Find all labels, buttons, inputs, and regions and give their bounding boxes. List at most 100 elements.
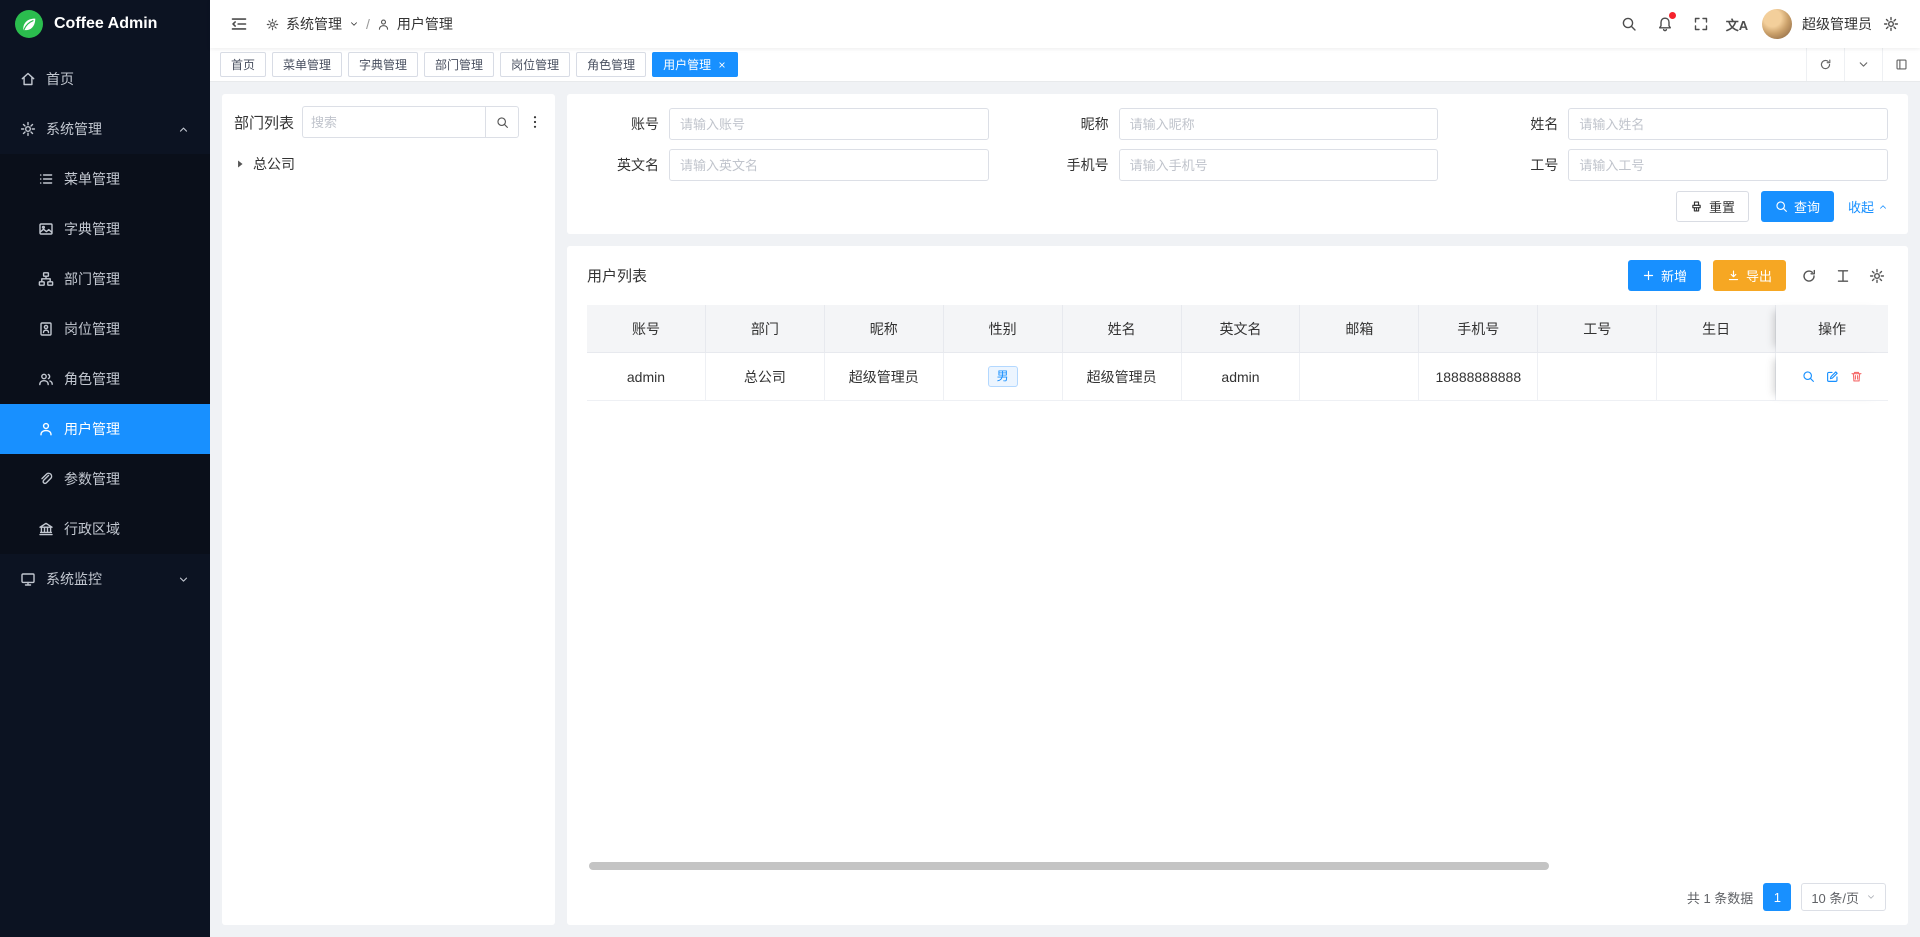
person-icon: [377, 18, 390, 31]
settings-button[interactable]: [1874, 6, 1908, 42]
page-size-value: 10 条/页: [1811, 888, 1859, 907]
cell-phone: 18888888888: [1419, 353, 1538, 401]
column-settings-button[interactable]: [1866, 265, 1888, 287]
phone-input[interactable]: [1119, 149, 1439, 181]
horizontal-scrollbar[interactable]: [589, 861, 1886, 871]
sidebar-item-user-mgmt[interactable]: 用户管理: [0, 404, 210, 454]
search-button[interactable]: 查询: [1761, 191, 1834, 222]
collapse-label: 收起: [1848, 197, 1874, 216]
add-user-button[interactable]: 新增: [1628, 260, 1701, 291]
search-icon: [1802, 370, 1815, 383]
tab-role-mgmt[interactable]: 角色管理: [576, 52, 646, 77]
tab-label: 字典管理: [359, 56, 407, 73]
name-input[interactable]: [1568, 108, 1888, 140]
caret-right-icon[interactable]: [234, 158, 246, 170]
field-english-name: 英文名: [587, 149, 989, 181]
sidebar-item-system-monitor[interactable]: 系统监控: [0, 554, 210, 604]
density-button[interactable]: [1832, 265, 1854, 287]
right-column: 账号 昵称 姓名 英文名: [567, 94, 1908, 925]
sidebar-item-menu-mgmt[interactable]: 菜单管理: [0, 154, 210, 204]
filter-form: 账号 昵称 姓名 英文名: [587, 108, 1888, 181]
row-height-icon: [1835, 268, 1851, 284]
cell-name: 超级管理员: [1063, 353, 1182, 401]
sidebar-item-param-mgmt[interactable]: 参数管理: [0, 454, 210, 504]
username[interactable]: 超级管理员: [1802, 14, 1872, 34]
column-header-account: 账号: [587, 305, 706, 353]
sidebar-item-home[interactable]: 首页: [0, 54, 210, 104]
search-button-label: 查询: [1794, 197, 1820, 216]
cell-account: admin: [587, 353, 706, 401]
english-name-input[interactable]: [669, 149, 989, 181]
tab-label: 角色管理: [587, 56, 635, 73]
department-panel-header: 部门列表: [234, 106, 543, 138]
language-button[interactable]: 文A: [1720, 6, 1754, 42]
cell-gender: 男: [944, 353, 1063, 401]
field-label: 姓名: [1486, 114, 1558, 134]
more-options-button[interactable]: [527, 114, 543, 130]
tab-bar: 首页 菜单管理 字典管理 部门管理 岗位管理 角色管理 用户管理: [210, 48, 1920, 82]
department-panel-title: 部门列表: [234, 112, 294, 133]
tab-actions-dropdown[interactable]: [1844, 48, 1882, 81]
tab-dept-mgmt[interactable]: 部门管理: [424, 52, 494, 77]
close-icon[interactable]: [717, 60, 727, 70]
scrollbar-thumb[interactable]: [589, 862, 1549, 870]
department-search-button[interactable]: [485, 106, 519, 138]
bank-icon: [38, 521, 54, 537]
tab-post-mgmt[interactable]: 岗位管理: [500, 52, 570, 77]
department-search: [302, 106, 519, 138]
edit-button[interactable]: [1826, 370, 1839, 383]
page-button-1[interactable]: 1: [1763, 883, 1791, 911]
department-search-input[interactable]: [302, 106, 485, 138]
field-phone: 手机号: [1037, 149, 1439, 181]
collapse-filter-toggle[interactable]: 收起: [1848, 197, 1888, 216]
pagination: 共 1 条数据 1 10 条/页: [587, 881, 1888, 915]
field-label: 工号: [1486, 155, 1558, 175]
tab-dict-mgmt[interactable]: 字典管理: [348, 52, 418, 77]
tab-label: 用户管理: [663, 56, 711, 73]
collapse-sidebar-button[interactable]: [222, 6, 256, 42]
sidebar-item-dict-mgmt[interactable]: 字典管理: [0, 204, 210, 254]
breadcrumb-item-system[interactable]: 系统管理: [286, 14, 342, 34]
user-avatar[interactable]: [1762, 9, 1792, 39]
table-row[interactable]: admin 总公司 超级管理员 男 超级管理员 admin 1888888888…: [587, 353, 1888, 401]
cell-birthday: [1657, 353, 1776, 401]
sidebar-item-label: 菜单管理: [64, 169, 120, 189]
sidebar-item-dept-mgmt[interactable]: 部门管理: [0, 254, 210, 304]
app-logo[interactable]: Coffee Admin: [0, 0, 210, 48]
tab-user-mgmt[interactable]: 用户管理: [652, 52, 738, 77]
view-button[interactable]: [1802, 370, 1815, 383]
notifications-button[interactable]: [1648, 6, 1682, 42]
cell-work-no: [1538, 353, 1657, 401]
refresh-tabs-button[interactable]: [1806, 48, 1844, 81]
tab-label: 岗位管理: [511, 56, 559, 73]
sidebar-item-region-mgmt[interactable]: 行政区域: [0, 504, 210, 554]
sidebar-item-system-mgmt[interactable]: 系统管理: [0, 104, 210, 154]
table-empty-space: [587, 401, 1888, 861]
column-header-dept: 部门: [706, 305, 825, 353]
nickname-input[interactable]: [1119, 108, 1439, 140]
fullscreen-button[interactable]: [1684, 6, 1718, 42]
sidebar-item-role-mgmt[interactable]: 角色管理: [0, 354, 210, 404]
tab-home[interactable]: 首页: [220, 52, 266, 77]
page-size-select[interactable]: 10 条/页: [1801, 883, 1886, 911]
edit-icon: [1826, 370, 1839, 383]
app-title: Coffee Admin: [54, 15, 157, 33]
tab-label: 菜单管理: [283, 56, 331, 73]
column-header-english-name: 英文名: [1182, 305, 1301, 353]
sidebar-item-post-mgmt[interactable]: 岗位管理: [0, 304, 210, 354]
reset-button[interactable]: 重置: [1676, 191, 1749, 222]
column-header-email: 邮箱: [1300, 305, 1419, 353]
tab-menu-mgmt[interactable]: 菜单管理: [272, 52, 342, 77]
content-fullscreen-button[interactable]: [1882, 48, 1920, 81]
field-label: 英文名: [587, 155, 659, 175]
header-search-button[interactable]: [1612, 6, 1646, 42]
tree-node-label: 总公司: [253, 154, 295, 174]
refresh-table-button[interactable]: [1798, 265, 1820, 287]
field-label: 手机号: [1037, 155, 1109, 175]
tree-node-root[interactable]: 总公司: [234, 154, 543, 174]
reset-icon: [1690, 200, 1703, 213]
account-input[interactable]: [669, 108, 989, 140]
work-no-input[interactable]: [1568, 149, 1888, 181]
delete-button[interactable]: [1850, 370, 1863, 383]
export-button[interactable]: 导出: [1713, 260, 1786, 291]
